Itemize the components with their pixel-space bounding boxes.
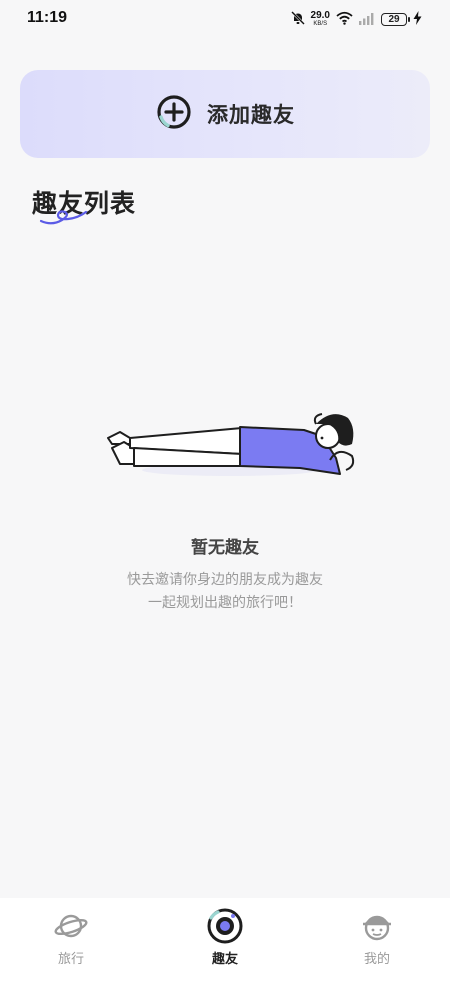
lens-icon [206, 908, 244, 944]
nav-label-mine: 我的 [363, 952, 390, 967]
empty-state-line-2: 一起规划出趣的旅行吧！ [148, 595, 302, 611]
status-bar: 11:19 29.0 KB/S 29 [0, 0, 450, 38]
nav-item-travel[interactable]: 旅行 [16, 898, 126, 978]
nav-label-friends: 趣友 [211, 952, 238, 967]
empty-state-title: 暂无趣友 [191, 538, 259, 558]
speed-unit: KB/S [313, 21, 328, 27]
speed-value: 29.0 [310, 10, 330, 21]
face-cap-icon [360, 908, 394, 944]
add-friend-label: 添加趣友 [207, 103, 295, 127]
status-icons: 29.0 KB/S 29 [290, 9, 422, 29]
mute-bell-icon [290, 10, 305, 29]
add-friend-button[interactable]: 添加趣友 [20, 70, 430, 158]
network-speed: 29.0 KB/S [310, 10, 330, 28]
nav-label-travel: 旅行 [57, 952, 84, 967]
battery-icon: 29 [381, 12, 410, 26]
charging-icon [413, 10, 422, 29]
nav-item-mine[interactable]: 我的 [322, 898, 432, 978]
bottom-nav: 旅行 趣友 我的 [0, 898, 450, 1005]
wifi-icon [336, 10, 353, 29]
planet-icon [54, 908, 88, 944]
nav-item-friends[interactable]: 趣友 [170, 898, 280, 978]
signal-icon [359, 10, 375, 29]
lying-person-illustration [107, 413, 355, 476]
empty-state-line-1: 快去邀请你身边的朋友成为趣友 [127, 572, 323, 588]
screen: 11:19 29.0 KB/S 29 添加趣友 趣友列表 暂无趣友 快去邀请你身… [0, 0, 450, 1005]
title-underline-swash [39, 210, 88, 225]
status-time: 11:19 [27, 9, 68, 26]
plus-circle-icon [155, 93, 193, 135]
